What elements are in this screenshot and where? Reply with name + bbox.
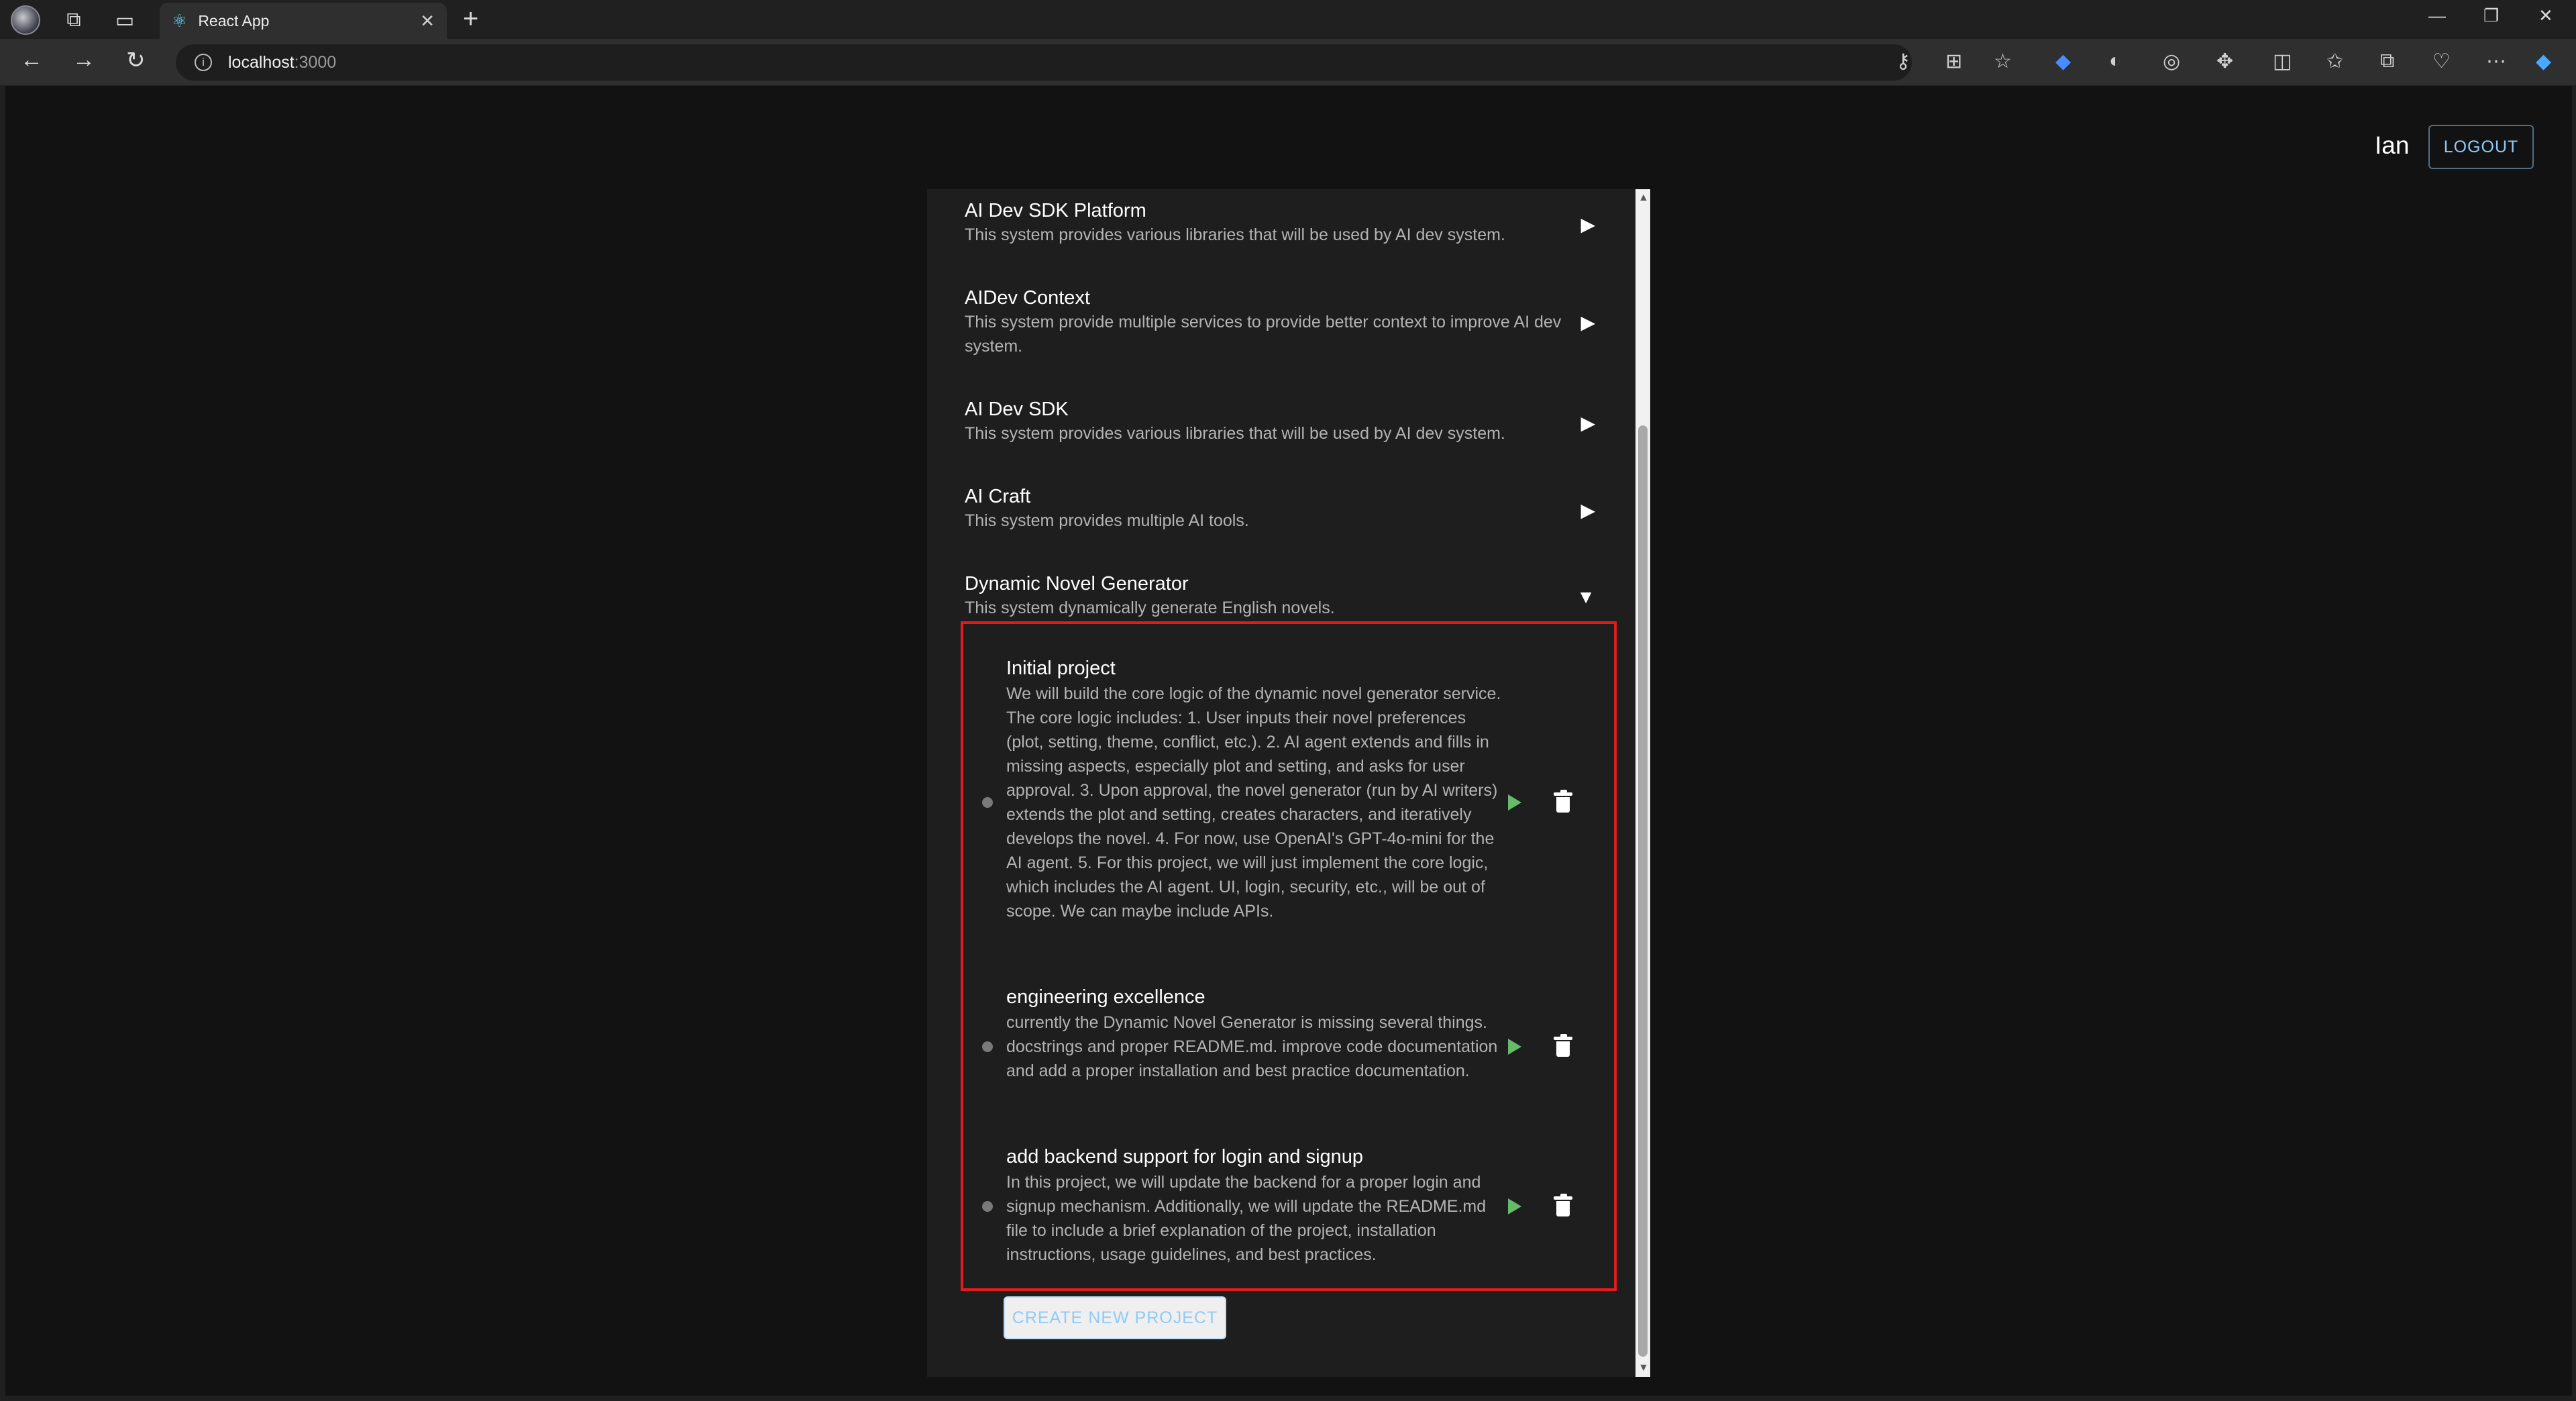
key-icon[interactable]: ⚷	[1896, 50, 1911, 73]
favorite-star-icon[interactable]: ☆	[1994, 50, 2012, 73]
copilot-icon[interactable]: ◆	[2536, 50, 2551, 73]
extension-icon[interactable]: ◆	[2055, 50, 2071, 73]
user-name: Ian	[2375, 132, 2410, 159]
system-title: AI Dev SDK	[965, 399, 1069, 420]
minimize-icon[interactable]: —	[2428, 5, 2446, 26]
system-description: This system provides various libraries t…	[965, 225, 1505, 244]
expand-arrow-icon[interactable]: ▶	[1580, 311, 1595, 333]
system-title: Dynamic Novel Generator	[965, 573, 1189, 594]
scrollbar-thumb[interactable]	[1638, 425, 1648, 1357]
profile-avatar[interactable]	[11, 5, 40, 35]
system-item[interactable]: AI Craft This system provides multiple A…	[965, 484, 1622, 533]
bulb-icon[interactable]: ◎	[2163, 50, 2180, 73]
play-icon[interactable]	[1508, 794, 1521, 811]
project-description: In this project, we will update the back…	[1006, 1173, 1487, 1264]
delete-icon[interactable]	[1554, 1034, 1572, 1057]
project-title: engineering excellence	[1006, 986, 1205, 1008]
system-description: This system provides multiple AI tools.	[965, 511, 1249, 530]
play-icon[interactable]	[1508, 1198, 1521, 1214]
apps-icon[interactable]: ⊞	[1945, 50, 1962, 73]
delete-icon[interactable]	[1554, 790, 1572, 813]
project-bullet	[982, 797, 993, 808]
more-menu-icon[interactable]: ⋯	[2486, 50, 2506, 73]
project-item[interactable]: add backend support for login and signup…	[966, 1145, 1610, 1265]
extension-icon-2[interactable]: ◐	[2109, 50, 2121, 72]
project-bullet	[982, 1201, 993, 1212]
system-description: This system provide multiple services to…	[965, 313, 1562, 356]
collections-icon[interactable]: ⧉	[2380, 50, 2394, 72]
react-icon: ⚛	[172, 10, 188, 31]
browser-essentials-icon[interactable]: ♡	[2432, 50, 2451, 73]
project-item[interactable]: engineering excellence currently the Dyn…	[966, 985, 1610, 1106]
system-item[interactable]: AI Dev SDK This system provides various …	[965, 397, 1622, 446]
workspaces-icon[interactable]: ⧉	[59, 5, 89, 35]
address-bar-row: ← → ↻ i localhost:3000 ⚷ ⊞ ☆ ◆ ◐ ◎ ✥ ◫ ✩…	[0, 39, 2576, 85]
panel-scrollbar[interactable]: ▲ ▼	[1635, 189, 1650, 1377]
refresh-icon[interactable]: ↻	[126, 47, 146, 74]
back-icon[interactable]: ←	[20, 47, 43, 73]
system-title: AI Craft	[965, 486, 1031, 507]
scroll-up-icon[interactable]: ▲	[1638, 192, 1649, 204]
collapse-arrow-icon[interactable]: ▼	[1576, 586, 1595, 608]
scroll-down-icon[interactable]: ▼	[1638, 1362, 1649, 1374]
close-tab-icon[interactable]: ✕	[420, 11, 435, 32]
browser-chrome: ⧉ ▭ ⚛ React App ✕ + — ❐ ✕ ← → ↻ i localh…	[0, 0, 2576, 85]
restore-icon[interactable]: ❐	[2483, 5, 2499, 26]
system-title: AI Dev SDK Platform	[965, 200, 1146, 221]
tab-title: React App	[198, 11, 270, 30]
project-description: currently the Dynamic Novel Generator is…	[1006, 1013, 1498, 1080]
play-icon[interactable]	[1508, 1039, 1521, 1055]
system-item-expanded[interactable]: Dynamic Novel Generator This system dyna…	[965, 572, 1622, 620]
project-item[interactable]: Initial project We will build the core l…	[966, 656, 1610, 951]
expand-arrow-icon[interactable]: ▶	[1580, 412, 1595, 434]
system-item[interactable]: AI Dev SDK Platform This system provides…	[965, 199, 1622, 247]
favorites-icon[interactable]: ✩	[2326, 50, 2343, 73]
project-title: Initial project	[1006, 658, 1116, 679]
new-tab-button[interactable]: +	[463, 4, 478, 34]
split-screen-icon[interactable]: ◫	[2273, 50, 2292, 73]
tab-actions-icon[interactable]: ▭	[110, 5, 140, 35]
tab-react-app[interactable]: ⚛ React App ✕	[160, 3, 447, 39]
expand-arrow-icon[interactable]: ▶	[1580, 213, 1595, 236]
project-description: We will build the core logic of the dyna…	[1006, 684, 1501, 921]
extensions-puzzle-icon[interactable]: ✥	[2216, 50, 2233, 73]
system-description: This system provides various libraries t…	[965, 424, 1505, 443]
system-title: AIDev Context	[965, 287, 1090, 309]
site-info-icon[interactable]: i	[195, 54, 212, 71]
forward-icon[interactable]: →	[72, 47, 95, 73]
create-new-project-button[interactable]: CREATE NEW PROJECT	[1004, 1296, 1226, 1339]
tab-bar: ⧉ ▭ ⚛ React App ✕ + — ❐ ✕	[0, 0, 2576, 39]
project-bullet	[982, 1041, 993, 1052]
close-window-icon[interactable]: ✕	[2538, 5, 2553, 26]
logout-button[interactable]: LOGOUT	[2428, 125, 2534, 169]
system-description: This system dynamically generate English…	[965, 599, 1335, 617]
address-bar[interactable]: i localhost:3000	[176, 44, 1912, 81]
delete-icon[interactable]	[1554, 1194, 1572, 1216]
url-host: localhost	[228, 52, 294, 72]
project-title: add backend support for login and signup	[1006, 1146, 1364, 1168]
expand-arrow-icon[interactable]: ▶	[1580, 499, 1595, 521]
system-item[interactable]: AIDev Context This system provide multip…	[965, 286, 1622, 358]
url-port: :3000	[294, 52, 337, 72]
